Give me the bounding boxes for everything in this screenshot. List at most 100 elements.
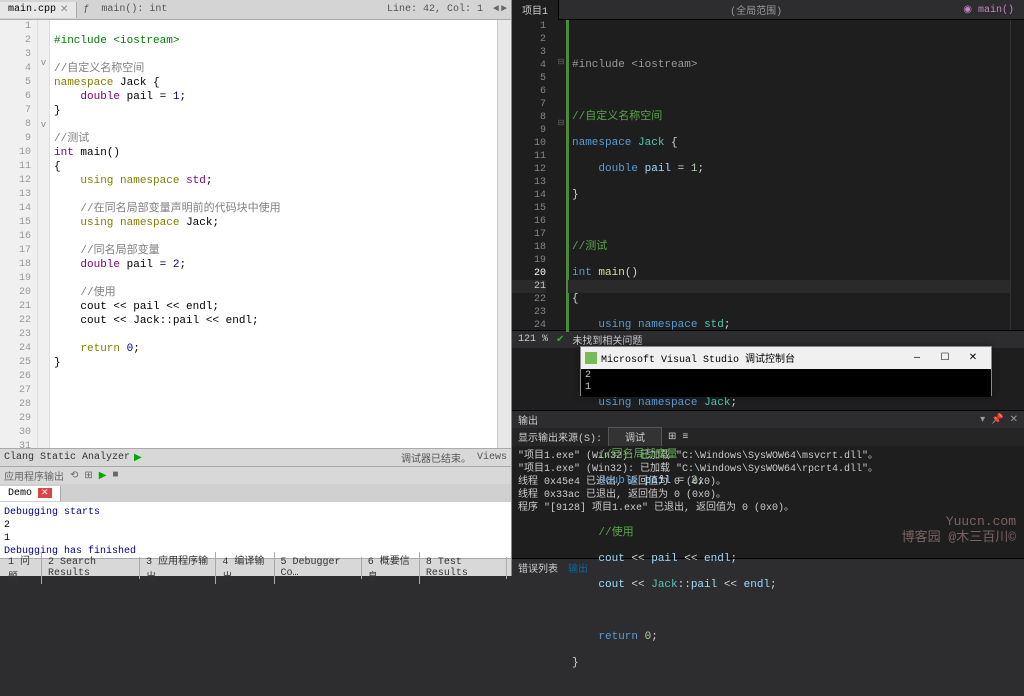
cursor-position: Line: 42, Col: 1 (381, 2, 489, 17)
project-tab[interactable]: 项目1 (512, 0, 559, 21)
bottom-tab[interactable]: 4 编译输出 (218, 552, 274, 584)
views-button[interactable]: Views (477, 452, 507, 463)
code-line: namespace Jack { (572, 137, 1010, 150)
console-line: 2 (585, 370, 987, 382)
output-label: 应用程序输出 (4, 468, 64, 484)
code-line: } (54, 105, 61, 117)
bottom-tab[interactable]: 6 概要信息 (364, 552, 420, 584)
left-output-tabs: Demo ✕ (0, 484, 511, 502)
play-icon[interactable]: ▶ (134, 452, 142, 464)
code-line: #include <iostream> (54, 35, 179, 47)
maximize-button[interactable]: ☐ (931, 352, 959, 364)
bottom-tab[interactable]: 2 Search Results (44, 557, 140, 579)
left-editor[interactable]: 1234567891011121314151617181920212223242… (0, 20, 511, 448)
debug-status: 调试器已结束。 (401, 450, 471, 466)
code-line: using namespace std; (572, 319, 1010, 332)
output-title: 输出 (518, 412, 538, 428)
scope-dropdown[interactable]: (全局范围) (559, 2, 953, 18)
code-line: return 0; (54, 343, 140, 355)
zoom-level[interactable]: 121 % (518, 334, 548, 345)
code-line: cout << Jack::pail << endl; (572, 579, 1010, 592)
code-line: } (572, 657, 1010, 670)
close-button[interactable]: ✕ (959, 352, 987, 364)
close-icon[interactable]: ✕ (38, 488, 52, 498)
left-scrollbar[interactable] (497, 20, 511, 448)
left-gutter: 1234567891011121314151617181920212223242… (0, 20, 38, 448)
left-ide-pane: main.cpp ✕ ƒ main(): int Line: 42, Col: … (0, 0, 512, 576)
file-tab-label: main.cpp (8, 4, 56, 15)
code-line: //自定义名称空间 (54, 63, 144, 75)
output-tab-demo[interactable]: Demo ✕ (0, 486, 61, 501)
code-line: #include <iostream> (572, 59, 697, 71)
left-tab-bar: main.cpp ✕ ƒ main(): int Line: 42, Col: … (0, 0, 511, 20)
nav-prev-icon[interactable]: ◄ (493, 4, 499, 15)
file-tab-main[interactable]: main.cpp ✕ (0, 2, 77, 18)
left-output-body[interactable]: Debugging starts 2 1 Debugging has finis… (0, 502, 511, 558)
bottom-tab[interactable]: 8 Test Results (422, 557, 507, 579)
code-line: cout << pail << endl; (54, 301, 219, 313)
left-bottom-tabs: 1 问题 2 Search Results 3 应用程序输出 4 编译输出 5 … (0, 558, 511, 576)
bottom-tab-errorlist[interactable]: 错误列表 (518, 560, 558, 576)
code-line: //同名局部变量 (54, 245, 160, 257)
fold-icon[interactable]: v (38, 118, 49, 132)
right-editor[interactable]: 123456789101112131415161718192021222324 … (512, 20, 1024, 330)
code-line: //同名局部变量 (572, 449, 678, 461)
code-line: { (54, 161, 61, 173)
right-gutter: 123456789101112131415161718192021222324 (512, 20, 554, 330)
bottom-tab[interactable]: 5 Debugger Co… (277, 557, 362, 579)
close-icon[interactable]: ✕ (60, 4, 68, 16)
code-line: int main() (572, 267, 1010, 280)
code-line: using namespace Jack; (572, 397, 1010, 410)
code-line: //测试 (572, 241, 607, 253)
code-line: using namespace Jack; (54, 217, 219, 229)
breadcrumb[interactable]: main(): int (95, 2, 173, 17)
code-line: double pail = 1; (572, 163, 1010, 176)
left-output-toolbar: 应用程序输出 ⟲ ⊞ ▶ ■ (0, 466, 511, 484)
code-line: //使用 (54, 287, 116, 299)
nav-next-icon[interactable]: ► (501, 4, 507, 15)
analyzer-label[interactable]: Clang Static Analyzer (4, 452, 130, 463)
code-line: } (572, 189, 1010, 202)
check-icon: ✔ (556, 334, 564, 346)
code-line: cout << Jack::pail << endl; (54, 315, 259, 327)
left-analyzer-bar: Clang Static Analyzer ▶ 调试器已结束。 Views (0, 448, 511, 466)
code-line: namespace Jack { (54, 77, 160, 89)
code-line: double pail = 2; (572, 475, 1010, 488)
code-line: int main() (54, 147, 120, 159)
code-line: using namespace std; (54, 175, 212, 187)
code-line: //测试 (54, 133, 89, 145)
code-line: return 0; (572, 631, 1010, 644)
stop-icon[interactable]: ■ (112, 470, 118, 481)
tool-icon[interactable]: ⊞ (84, 470, 92, 482)
play-icon[interactable]: ▶ (99, 470, 107, 482)
console-titlebar[interactable]: Microsoft Visual Studio 调试控制台 — ☐ ✕ (581, 347, 991, 369)
right-minimap[interactable] (1010, 20, 1024, 330)
console-title: Microsoft Visual Studio 调试控制台 (601, 350, 903, 366)
breadcrumb-icon: ƒ (77, 2, 95, 17)
code-line: //使用 (572, 527, 634, 539)
code-line: double pail = 2; (54, 259, 186, 271)
code-line: } (54, 357, 61, 369)
console-line: 1 (585, 382, 987, 394)
fold-icon[interactable]: v (38, 56, 49, 70)
left-code-area[interactable]: #include <iostream> //自定义名称空间 namespace … (50, 20, 497, 448)
code-line: //自定义名称空间 (572, 111, 662, 123)
output-line: 1 (4, 532, 507, 545)
vs-icon (585, 352, 597, 364)
right-ide-pane: 项目1 (全局范围) ◉ main() 12345678910111213141… (512, 0, 1024, 576)
debug-console-window[interactable]: Microsoft Visual Studio 调试控制台 — ☐ ✕ 2 1 (580, 346, 992, 396)
code-line: cout << pail << endl; (572, 553, 1010, 566)
nav-arrows: ◄ ► (489, 4, 511, 15)
tool-icon[interactable]: ⟲ (70, 470, 78, 482)
right-tab-bar: 项目1 (全局范围) ◉ main() (512, 0, 1024, 20)
console-body[interactable]: 2 1 (581, 369, 991, 397)
bottom-tab[interactable]: 1 问题 (4, 552, 42, 584)
code-line: double pail = 1; (54, 91, 186, 103)
right-code-area[interactable]: #include <iostream> //自定义名称空间 namespace … (568, 20, 1010, 330)
output-line: Debugging starts (4, 506, 507, 519)
left-fold-gutter: v v (38, 20, 50, 448)
code-line: //在同名局部变量声明前的代码块中使用 (54, 203, 281, 215)
minimize-button[interactable]: — (903, 353, 931, 364)
function-dropdown[interactable]: ◉ main() (953, 1, 1024, 19)
bottom-tab[interactable]: 3 应用程序输出 (142, 552, 216, 584)
